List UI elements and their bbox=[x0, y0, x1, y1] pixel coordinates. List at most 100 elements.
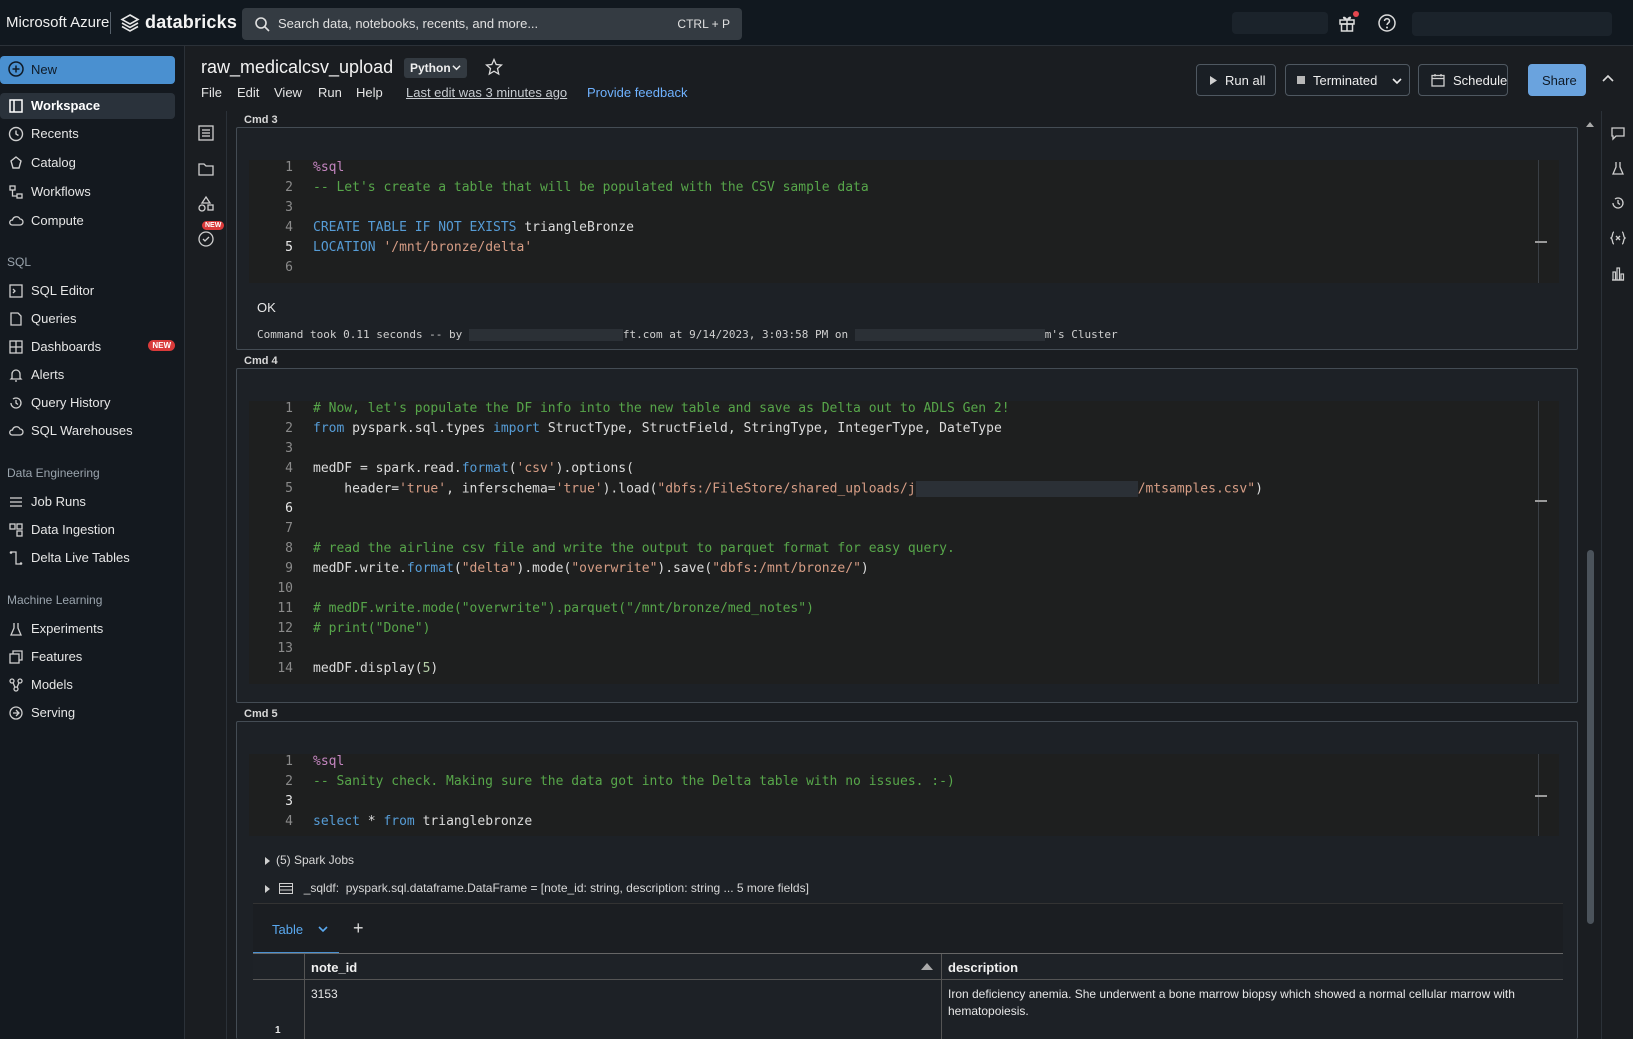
sidebar-item-recents[interactable]: Recents bbox=[0, 121, 175, 147]
notebook-title[interactable]: raw_medicalcsv_upload bbox=[201, 57, 393, 78]
sidebar-item-catalog[interactable]: Catalog bbox=[0, 150, 175, 176]
catalog-icon bbox=[10, 156, 22, 169]
bar-chart-icon[interactable] bbox=[1610, 266, 1626, 282]
new-badge: NEW bbox=[148, 340, 175, 351]
right-tool-rail bbox=[1601, 111, 1633, 1039]
menu-edit[interactable]: Edit bbox=[237, 85, 259, 100]
column-header-description[interactable]: description bbox=[942, 954, 1563, 980]
cell-value: Iron deficiency anemia. She underwent a … bbox=[948, 987, 1515, 1018]
new-button[interactable]: New bbox=[0, 56, 175, 84]
sidebar-item-compute[interactable]: Compute bbox=[0, 208, 175, 234]
notebook-cell-cmd4[interactable]: 1 # Now, let's populate the DF info into … bbox=[236, 368, 1578, 703]
minimap-divider bbox=[1538, 160, 1539, 283]
menu-run[interactable]: Run bbox=[318, 85, 342, 100]
notebook-cell-cmd3[interactable]: 1 %sql 2 -- Let's create a table that will… bbox=[236, 127, 1578, 350]
spark-jobs-toggle[interactable]: (5) Spark Jobs bbox=[265, 853, 354, 867]
scroll-up-arrow-icon[interactable] bbox=[1585, 120, 1595, 128]
table-of-contents-icon[interactable] bbox=[197, 124, 215, 142]
sidebar-item-job-runs[interactable]: Job Runs bbox=[0, 489, 175, 515]
variables-icon[interactable] bbox=[1610, 230, 1626, 246]
dashboard-icon bbox=[9, 340, 23, 354]
menu-file[interactable]: File bbox=[201, 85, 222, 100]
sidebar-item-label: Alerts bbox=[31, 367, 65, 382]
databricks-logo[interactable]: databricks bbox=[145, 12, 237, 33]
code-line: 4 select * from trianglebronze bbox=[285, 814, 533, 829]
sidebar-item-delta-live-tables[interactable]: Delta Live Tables bbox=[0, 545, 175, 571]
dataframe-schema-toggle[interactable]: _sqldf: pyspark.sql.dataframe.DataFrame … bbox=[265, 881, 809, 895]
brand-divider bbox=[110, 12, 111, 34]
sidebar-item-alerts[interactable]: Alerts bbox=[0, 362, 175, 388]
run-all-button[interactable]: Run all bbox=[1196, 64, 1276, 96]
language-select[interactable]: Python bbox=[404, 58, 467, 78]
add-visualization-button[interactable]: + bbox=[353, 918, 364, 939]
search-shortcut: CTRL + P bbox=[677, 17, 730, 31]
sidebar-item-workspace[interactable]: Workspace bbox=[0, 93, 175, 119]
minimap-marker bbox=[1535, 795, 1547, 797]
schedule-button[interactable]: Schedule bbox=[1418, 64, 1508, 96]
sidebar-item-sql-editor[interactable]: SQL Editor bbox=[0, 278, 175, 304]
chevron-down-icon bbox=[452, 65, 461, 71]
sidebar-item-label: Delta Live Tables bbox=[31, 550, 130, 565]
revision-history-icon[interactable] bbox=[1610, 195, 1626, 211]
sidebar-item-label: Query History bbox=[31, 395, 111, 410]
timing-suffix: m's Cluster bbox=[1044, 328, 1118, 341]
new-label: New bbox=[31, 62, 58, 77]
help-icon[interactable] bbox=[1377, 13, 1397, 33]
global-search[interactable]: Search data, notebooks, recents, and mor… bbox=[242, 8, 742, 40]
pipeline-icon bbox=[9, 551, 23, 565]
tab-table[interactable]: Table bbox=[253, 904, 339, 954]
code-line: 1 %sql bbox=[285, 754, 345, 769]
editor-icon bbox=[9, 284, 23, 298]
cloud-icon bbox=[9, 216, 24, 226]
folder-icon[interactable] bbox=[197, 160, 215, 178]
sidebar-item-models[interactable]: Models bbox=[0, 672, 175, 698]
menu-view[interactable]: View bbox=[274, 85, 302, 100]
sidebar-item-query-history[interactable]: Query History bbox=[0, 390, 175, 416]
redacted-user-menu[interactable] bbox=[1412, 12, 1612, 36]
sidebar-item-dashboards[interactable]: Dashboards NEW bbox=[0, 334, 175, 360]
scrollbar-thumb[interactable] bbox=[1587, 550, 1594, 924]
cluster-status-button[interactable]: Terminated bbox=[1285, 64, 1410, 96]
assistant-icon[interactable] bbox=[197, 230, 215, 248]
code-editor[interactable]: 1 # Now, let's populate the DF info into … bbox=[249, 401, 1559, 684]
star-icon[interactable] bbox=[485, 58, 503, 76]
experiment-icon[interactable] bbox=[1610, 160, 1626, 176]
sidebar-item-label: SQL Editor bbox=[31, 283, 95, 298]
schedule-label: Schedule bbox=[1453, 73, 1508, 88]
redacted-path bbox=[915, 481, 1138, 497]
result-table: note_id description 1 3153 Iron deficien… bbox=[253, 953, 1563, 1039]
notebook-scrollbar[interactable] bbox=[1584, 120, 1596, 1039]
sort-ascending-icon[interactable] bbox=[921, 963, 933, 970]
sidebar-item-experiments[interactable]: Experiments bbox=[0, 616, 175, 642]
chevron-up-icon[interactable] bbox=[1601, 72, 1615, 86]
code-editor[interactable]: 1 %sql 2 -- Let's create a table that will… bbox=[249, 160, 1559, 283]
play-icon bbox=[1210, 76, 1217, 85]
sidebar-item-queries[interactable]: Queries bbox=[0, 306, 175, 332]
last-edit-link[interactable]: Last edit was 3 minutes ago bbox=[406, 85, 567, 100]
column-header-note-id[interactable]: note_id bbox=[305, 954, 942, 980]
sidebar-item-serving[interactable]: Serving bbox=[0, 700, 175, 726]
stop-icon bbox=[1297, 76, 1305, 84]
feedback-link[interactable]: Provide feedback bbox=[587, 85, 687, 100]
comment-icon[interactable] bbox=[1610, 125, 1626, 141]
sidebar-item-data-ingestion[interactable]: Data Ingestion bbox=[0, 517, 175, 543]
sidebar-item-workflows[interactable]: Workflows bbox=[0, 179, 175, 205]
share-button[interactable]: Share bbox=[1528, 64, 1586, 96]
sidebar-item-label: Features bbox=[31, 649, 83, 664]
chevron-down-icon[interactable] bbox=[318, 924, 328, 934]
table-cell-note-id[interactable]: 3153 bbox=[305, 980, 942, 1039]
microsoft-azure-logo[interactable]: Microsoft Azure bbox=[6, 14, 109, 31]
language-value: Python bbox=[410, 61, 451, 75]
command-timing: Command took 0.11 seconds -- by ft.com a… bbox=[257, 328, 1118, 341]
code-editor[interactable]: 1 %sql 2 -- Sanity check. Making sure the … bbox=[249, 754, 1559, 836]
sidebar-item-features[interactable]: Features bbox=[0, 644, 175, 670]
code-line: 4 CREATE TABLE IF NOT EXISTS triangleBron… bbox=[285, 220, 634, 235]
sidebar-item-label: Models bbox=[31, 677, 73, 692]
sidebar-item-sql-warehouses[interactable]: SQL Warehouses bbox=[0, 418, 175, 444]
sidebar-section-machine-learning: Machine Learning bbox=[7, 593, 103, 607]
table-cell-description[interactable]: Iron deficiency anemia. She underwent a … bbox=[942, 980, 1563, 1039]
menu-help[interactable]: Help bbox=[356, 85, 383, 100]
timing-prefix: Command took 0.11 seconds -- by bbox=[257, 328, 469, 341]
history-icon bbox=[10, 397, 22, 409]
shapes-icon[interactable] bbox=[197, 195, 215, 213]
